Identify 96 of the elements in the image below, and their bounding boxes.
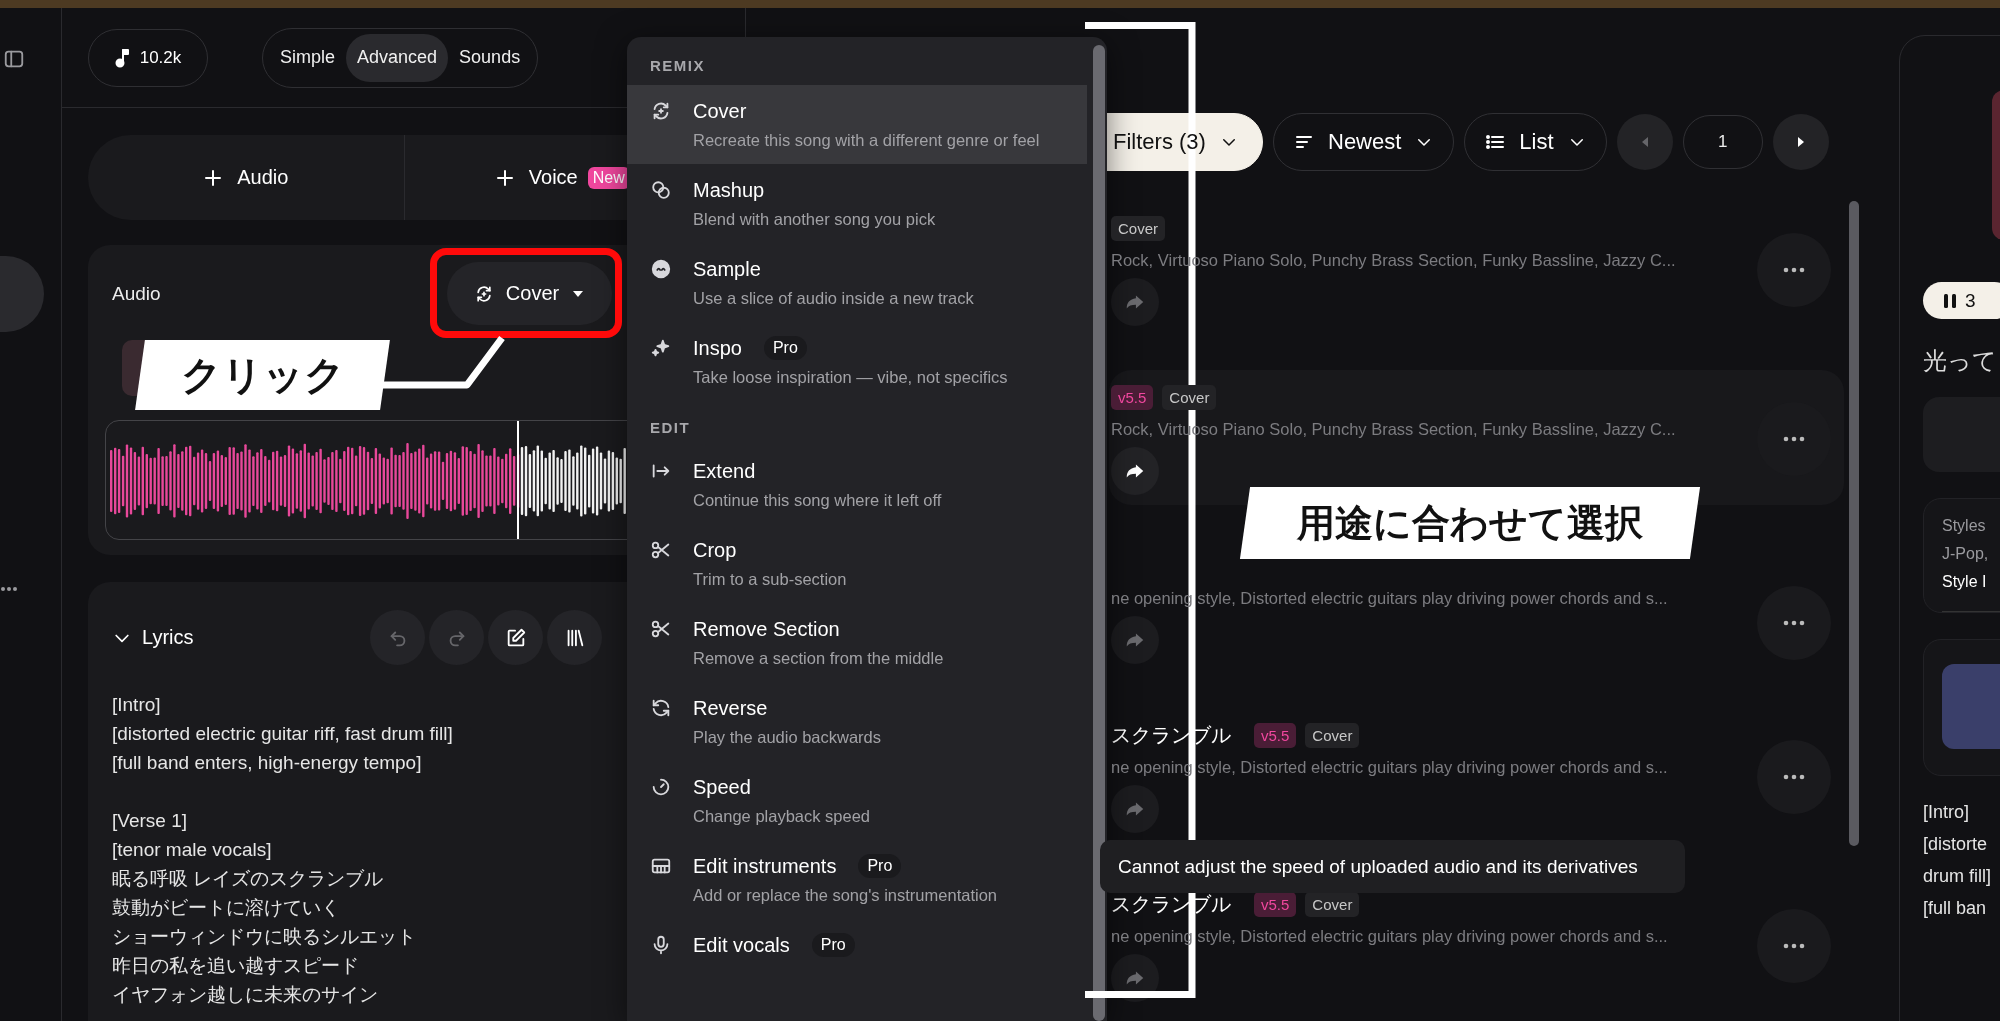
song-title: スクランブル <box>1111 722 1231 748</box>
lyrics-line: ショーウィンドウに映るシルエット <box>112 925 416 949</box>
menu-item-description: Change playback speed <box>693 806 871 827</box>
plus-icon <box>203 167 224 188</box>
pro-badge: Pro <box>858 854 902 878</box>
menu-item-label: Sample <box>693 257 761 282</box>
more-icon <box>1783 266 1805 273</box>
more-icon <box>1783 619 1805 626</box>
song-title: 光って <box>1923 346 1997 376</box>
plus-icon <box>494 167 515 188</box>
rotate-arrows-icon <box>650 697 672 719</box>
pro-badge: Pro <box>811 933 855 957</box>
song-title: スクランブル <box>1111 891 1231 917</box>
menu-item-description: Trim to a sub-section <box>693 569 847 590</box>
mode-tab[interactable]: Sounds <box>448 33 532 82</box>
pro-badge: Pro <box>763 336 807 360</box>
music-note-icon <box>114 47 131 68</box>
version-tag: v5.5 <box>1254 722 1297 748</box>
pause-button[interactable]: 3 <box>1923 282 2000 319</box>
add-button[interactable]: Audio <box>88 135 404 220</box>
menu-item-description: Take loose inspiration — vibe, not specifics <box>693 367 1008 388</box>
menu-item-description: Play the audio backwards <box>693 727 882 748</box>
style-influence-label: Style I <box>1942 573 1988 591</box>
menu-item[interactable]: Edit instruments Pro Add or replace the song's instrumentation <box>627 840 1087 919</box>
version-tag: v5.5 <box>1254 891 1297 917</box>
mode-tab[interactable]: Advanced <box>346 33 449 82</box>
menu-item[interactable]: Speed Change playback speed <box>627 761 1087 840</box>
lyrics-line: [full ban <box>1923 897 1987 920</box>
menu-item-description: Remove a section from the middle <box>693 648 944 669</box>
menu-section-heading: REMIX <box>649 55 706 76</box>
new-badge: New <box>587 166 630 189</box>
menu-item-label: Crop <box>693 538 737 563</box>
menu-item-description: Add or replace the song's instrumentation <box>693 885 997 906</box>
list-icon <box>1485 132 1506 152</box>
menu-item[interactable]: Remove Section Remove a section from the middle <box>627 603 1087 682</box>
type-tag: Cover <box>1111 215 1165 241</box>
type-tag: Cover <box>1305 722 1360 748</box>
credits-count: 10.2k <box>139 47 182 68</box>
section-title: Audio <box>112 282 161 305</box>
menu-item[interactable]: Extend Continue this song where it left off <box>627 445 1087 524</box>
type-tag: Cover <box>1305 891 1360 917</box>
scissors-icon <box>650 618 672 640</box>
menu-item-label: Inspo <box>693 336 742 361</box>
menu-item-label: Reverse <box>693 696 768 721</box>
menu-item[interactable]: Cover Recreate this song with a different genre or feel <box>627 85 1087 164</box>
menu-item[interactable]: Reverse Play the audio backwards <box>627 682 1087 761</box>
scissors-icon <box>650 539 672 561</box>
menu-item[interactable]: Inspo Pro Take loose inspiration — vibe, not specifics <box>627 322 1087 401</box>
lyrics-line: イヤフォン越しに未来のサイン <box>112 983 378 1007</box>
lyrics-line: [Intro] <box>1923 801 1970 824</box>
gauge-icon <box>650 776 672 798</box>
lyrics-line: 昨日の私を追い越すスピード <box>112 954 359 978</box>
sparkles-icon <box>650 337 672 359</box>
more-icon <box>0 586 18 592</box>
pause-icon <box>1943 292 1957 309</box>
menu-item-label: Edit instruments <box>693 854 837 879</box>
face-icon <box>650 258 672 280</box>
lyrics-line: 鼓動がビートに溶けていく <box>112 896 340 920</box>
scrollbar[interactable] <box>1093 45 1105 1021</box>
menu-item-label: Speed <box>693 775 751 800</box>
avatar[interactable] <box>0 256 44 332</box>
menu-item-description: Continue this song where it left off <box>693 490 942 511</box>
lyrics-toggle[interactable]: Lyrics <box>112 626 370 649</box>
tooltip: Cannot adjust the speed of uploaded audio and its derivatives <box>1100 840 1685 893</box>
menu-item-label: Edit vocals <box>693 933 790 958</box>
menu-item-description: Use a slice of audio inside a new track <box>693 288 974 309</box>
type-tag: Cover <box>1162 384 1217 410</box>
lyrics-line: [Intro] <box>112 693 161 717</box>
callout-label: クリック <box>180 351 345 399</box>
mode-tab[interactable]: Simple <box>269 33 347 82</box>
version-tag: v5.5 <box>1111 384 1154 410</box>
lyrics-line: [Verse 1] <box>112 809 187 833</box>
styles-label: Styles <box>1942 517 1987 535</box>
lyrics-line: [full band enters, high-energy tempo] <box>112 751 422 775</box>
menu-item-label: Cover <box>693 99 747 124</box>
sidebar-toggle-icon <box>3 48 25 70</box>
styles-text: J-Pop, <box>1942 545 1990 563</box>
more-icon <box>1783 942 1805 949</box>
menu-item[interactable]: Edit vocals Pro <box>627 919 1087 971</box>
share-button[interactable] <box>1111 447 1159 495</box>
lyrics-line: [distorted electric guitar riff, fast drum fill] <box>112 722 453 746</box>
menu-item[interactable]: Crop Trim to a sub-section <box>627 524 1087 603</box>
scrollbar[interactable] <box>1849 201 1859 846</box>
playhead[interactable] <box>517 421 520 539</box>
menu-section-heading: EDIT <box>649 417 692 438</box>
more-icon <box>1783 773 1805 780</box>
more-icon <box>1783 435 1805 442</box>
menu-item[interactable]: Sample Use a slice of audio inside a new track <box>627 243 1087 322</box>
lyrics-line: [distorte <box>1923 833 1988 856</box>
menu-item-label: Remove Section <box>693 617 840 642</box>
menu-item-label: Extend <box>693 459 756 484</box>
lyrics-line: [tenor male vocals] <box>112 838 272 862</box>
lyrics-line: drum fill] <box>1923 865 1991 888</box>
lyrics-line: 眠る呼吸 レイズのスクランブル <box>112 867 384 891</box>
overlapping-circles-icon <box>650 179 672 201</box>
mode-dropdown[interactable]: Cover <box>447 262 612 325</box>
